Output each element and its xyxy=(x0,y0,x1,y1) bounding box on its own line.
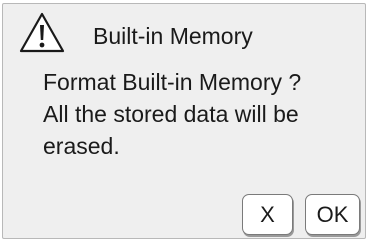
message-line: All the stored data will be xyxy=(43,101,299,127)
dialog-title: Built-in Memory xyxy=(93,23,253,49)
dialog-title-bar: Built-in Memory xyxy=(3,4,365,60)
ok-button[interactable]: OK xyxy=(305,194,360,235)
warning-icon xyxy=(17,11,67,55)
cancel-button[interactable]: X xyxy=(242,194,293,235)
message-line: erased. xyxy=(43,133,120,159)
format-memory-dialog: Built-in Memory Format Built-in Memory ?… xyxy=(2,3,366,239)
dialog-message: Format Built-in Memory ? All the stored … xyxy=(43,66,353,162)
message-line: Format Built-in Memory ? xyxy=(43,69,302,95)
